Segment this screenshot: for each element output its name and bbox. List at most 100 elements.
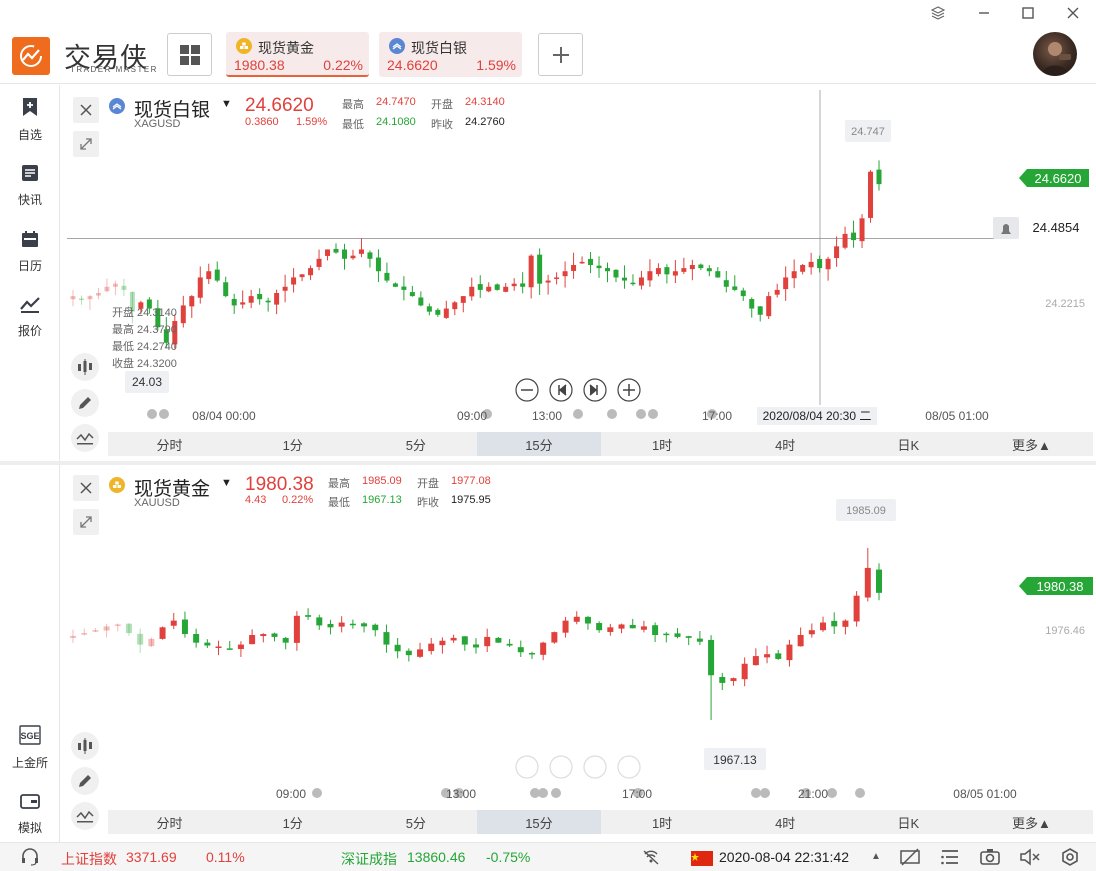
silver-icon [389,38,405,54]
step-back-icon [549,755,573,779]
candle-type-button[interactable] [71,353,99,381]
close-icon[interactable] [1063,4,1083,22]
candle-body [237,644,244,650]
close-panel-button[interactable] [73,475,99,501]
x-axis-label: 17:00 [702,409,732,423]
dropdown-caret-icon[interactable]: ▼ [221,98,232,110]
candle-body [338,622,345,627]
gold-prev: 1975.95 [451,494,491,506]
tab-timeframe[interactable]: 4时 [724,810,847,834]
event-dot [648,409,658,419]
gold-icon [109,477,125,493]
tab-timeframe[interactable]: 1时 [601,432,724,456]
maximize-icon[interactable] [1018,4,1038,22]
tab-timeframe[interactable]: 15分 [477,810,601,834]
expand-panel-button[interactable] [73,509,99,535]
candle-body [70,635,76,638]
settings-icon[interactable] [1060,848,1080,869]
layout-grid-button[interactable] [167,33,212,76]
candle-body [383,632,390,645]
tab-timeframe[interactable]: 5分 [354,810,477,834]
expand-panel-button[interactable] [73,131,99,157]
sidebar-item-sge[interactable]: SGE 上金所 [0,725,60,771]
sidebar-item-simulate[interactable]: 模拟 [0,792,60,836]
layers-icon[interactable] [928,4,948,22]
silver-prev: 24.2760 [465,116,505,128]
silver-chart[interactable]: 24.747 24.03 24.6620 24.4854 24.2215 08/04 00… [67,85,1096,461]
mute-icon[interactable] [1019,848,1041,869]
event-dot [760,788,770,798]
sidebar-item-quotes[interactable]: 报价 [0,295,60,339]
tab-timeframe[interactable]: 分时 [108,810,231,834]
candle-body [831,620,838,627]
candle-body [325,249,331,256]
candle-body [206,271,212,280]
tab-timeframe[interactable]: 1分 [231,432,354,456]
index2-name[interactable]: 深证成指 [341,849,397,869]
caret-up-icon[interactable]: ▲ [871,851,881,862]
candle-body [607,627,614,632]
camera-icon[interactable] [980,848,1000,869]
tab-timeframe[interactable]: 15分 [477,432,601,456]
sidebar-item-watchlist[interactable]: 自选 [0,97,60,143]
ohlc-close: 收盘 24.3200 [112,358,177,370]
candle-body [249,635,256,645]
network-icon[interactable] [641,848,661,869]
candle-body [293,615,300,643]
list-menu-icon[interactable] [940,848,960,869]
candle-body [333,248,339,253]
tab-timeframe[interactable]: 1时 [601,810,724,834]
tab-timeframe[interactable]: 5分 [354,432,477,456]
tab-timeframe[interactable]: 更多▲ [970,432,1093,456]
candle-body [248,296,254,303]
avatar[interactable] [1033,32,1077,76]
candle-body [349,623,356,626]
index1-name[interactable]: 上证指数 [61,849,117,869]
tab-silver[interactable]: 现货白银 24.6620 1.59% [379,32,522,77]
ohlc-high: 最高 24.3790 [112,324,177,336]
candle-body [655,268,661,275]
low-tag: 24.03 [132,375,162,389]
tab-gold[interactable]: 现货黄金 1980.38 0.22% [226,32,369,77]
candle-body [81,633,88,635]
indicator-button[interactable] [71,802,99,830]
tab-timeframe[interactable]: 分时 [108,432,231,456]
candle-body [640,626,647,630]
sidebar-item-news[interactable]: 快讯 [0,164,60,208]
candle-body [851,232,857,241]
draw-tool-button[interactable] [71,389,99,417]
candle-body [274,293,280,305]
candle-body [358,249,364,254]
draw-tool-button[interactable] [71,767,99,795]
tab-timeframe[interactable]: 日K [847,810,970,834]
candle-body [78,298,84,301]
candle-body [461,636,468,645]
indicator-button[interactable] [71,424,99,452]
candle-body [511,283,517,287]
tab-timeframe[interactable]: 1分 [231,810,354,834]
silver-prev-label: 昨收 [431,119,453,131]
event-dot [538,788,548,798]
gold-pct: 0.22% [282,494,314,506]
tab-timeframe[interactable]: 更多▲ [970,810,1093,834]
candle-body [495,637,502,643]
dropdown-caret-icon[interactable]: ▼ [221,477,232,489]
silver-pct: 1.59% [296,116,328,128]
headset-icon[interactable] [20,848,40,869]
tab-gold-change: 0.22% [323,57,363,73]
add-tab-button[interactable] [538,33,583,76]
minimize-icon[interactable] [974,4,994,22]
gold-chart[interactable]: 1985.09 1967.13 1980.38 1976.46 09:00 13:00 17… [67,465,1096,842]
close-icon [80,482,92,494]
grid-icon [179,44,200,65]
sidebar-item-calendar[interactable]: 日历 [0,230,60,274]
candle-type-button[interactable] [71,732,99,760]
candle-body [638,277,644,286]
close-panel-button[interactable] [73,97,99,123]
candle-body [316,258,322,267]
tab-timeframe[interactable]: 日K [847,432,970,456]
screen-off-icon[interactable] [899,848,921,869]
event-dot [607,409,617,419]
tab-timeframe[interactable]: 4时 [724,432,847,456]
candle-body [299,274,305,278]
